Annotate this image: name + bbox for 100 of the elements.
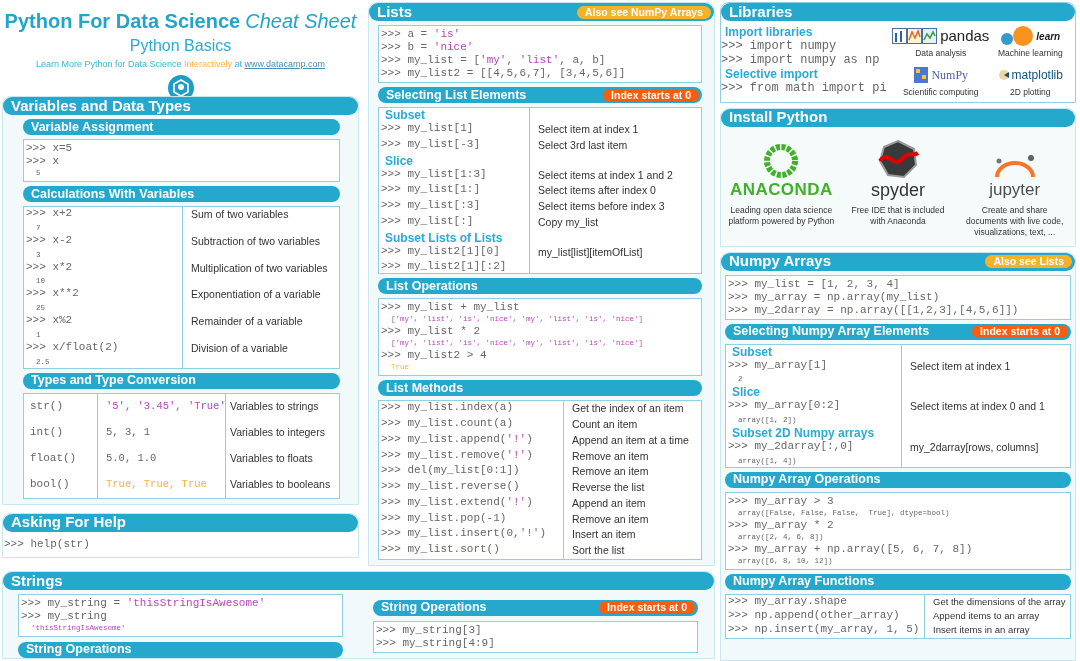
- code-line: >>> x=5: [26, 142, 74, 155]
- code-line: >>> my_list2[1][:2]: [381, 260, 508, 274]
- code-line: >>> x%2: [26, 314, 74, 327]
- logo-caption: Data analysis: [915, 47, 967, 60]
- description: Get the index of an item: [572, 401, 684, 417]
- code-line: >>> my_list * 2: [381, 325, 482, 339]
- description: Division of a variable: [191, 340, 288, 356]
- code-line: >>> my_list[1:3]: [381, 167, 488, 181]
- code-line: >>> import numpy as np: [721, 53, 881, 67]
- code-line: >>> my_list[1]: [381, 122, 475, 135]
- code-line: >>> del(my_list[0:1]): [381, 464, 521, 478]
- logo-caption: 2D plotting: [1009, 85, 1051, 99]
- description: my_2darray[rows, columns]: [910, 440, 1039, 455]
- section-title: Selecting Numpy Array Elements: [733, 323, 930, 341]
- section-title: Types and Type Conversion: [31, 372, 196, 390]
- badge: Also see NumPy Arrays: [576, 5, 711, 19]
- code-line: >>> x: [26, 155, 60, 168]
- code-line: >>> my_list[:]: [381, 214, 475, 228]
- function-name: int(): [24, 419, 98, 446]
- section-title: Variables and Data Types: [11, 95, 191, 116]
- group-label: Import libraries: [724, 25, 814, 39]
- code-line: >>> my_array > 3: [728, 494, 835, 508]
- description: Variables to booleans: [229, 476, 331, 492]
- description: Remove an item: [572, 464, 649, 480]
- cube-icon: [913, 64, 930, 85]
- code-line: >>> my_list.remove('!'): [381, 448, 534, 462]
- code-line: >>> my_list2 > 4: [381, 349, 488, 363]
- section-title: Numpy Array Functions: [733, 573, 875, 591]
- badge: Index starts at 0: [603, 88, 699, 102]
- ring-icon: [763, 142, 800, 179]
- code-line: >>> b = 'nice': [381, 41, 475, 54]
- code-line: >>> my_list[:3]: [381, 199, 482, 212]
- section-title: Calculations With Variables: [31, 185, 195, 203]
- description: Multiplication of two variables: [191, 260, 328, 276]
- function-name: bool(): [24, 471, 98, 498]
- logo-text: pandas: [940, 25, 990, 46]
- description: Append an item at a time: [572, 432, 689, 448]
- section-title: Numpy Arrays: [729, 251, 831, 272]
- description: Select items at index 0 and 1: [910, 399, 1045, 415]
- logo-text: spyder: [871, 178, 925, 201]
- page-title-italic: Cheat Sheet: [245, 9, 357, 34]
- description: Select items at index 1 and 2: [538, 167, 673, 183]
- badge: Index starts at 0: [972, 325, 1068, 338]
- description: Subtraction of two variables: [191, 233, 320, 249]
- circles-icon: [1000, 26, 1035, 46]
- group-label: Slice: [384, 153, 415, 168]
- value-list: '5', '3.45', 'True': [98, 393, 226, 420]
- description: Sort the list: [572, 543, 625, 558]
- section-title: Numpy Array Operations: [733, 471, 881, 489]
- bar-chart-icon: [892, 28, 939, 44]
- code-line: >>> my_list = [1, 2, 3, 4]: [728, 277, 901, 291]
- page-subtitle: Python Basics: [129, 36, 232, 56]
- code-line: >>> my_list.sort(): [381, 543, 501, 556]
- description: Exponentiation of a variable: [191, 287, 321, 303]
- description: Append an item: [572, 495, 646, 511]
- section-title: List Operations: [386, 277, 478, 295]
- code-line: >>> help(str): [4, 537, 91, 551]
- description: Append items to an array: [933, 609, 1040, 623]
- group-label: Subset Lists of Lists: [384, 230, 504, 245]
- description: Count an item: [572, 417, 638, 432]
- logo-caption: Create and share documents with live code, visualizations, text, ...: [965, 204, 1065, 238]
- website-link[interactable]: www.datacamp.com: [244, 59, 326, 69]
- code-line: >>> my_array.shape: [728, 594, 848, 608]
- code-line: >>> my_array[1]: [728, 358, 829, 372]
- code-line: >>> my_list.append('!'): [381, 432, 534, 446]
- section-title: Install Python: [729, 107, 828, 128]
- code-line: >>> x-2: [26, 233, 74, 247]
- code-line: >>> np.insert(my_array, 1, 5): [728, 623, 921, 637]
- code-line: >>> my_2darray = np.array([[1,2,3],[4,5,6]]): [728, 303, 1020, 317]
- section-title: Libraries: [729, 1, 793, 22]
- description: Insert items in an array: [933, 623, 1030, 638]
- badge: Also see Lists: [985, 255, 1072, 268]
- code-line: >>> my_list[1:]: [381, 183, 482, 197]
- description: Insert an item: [572, 527, 636, 543]
- logo-caption: Machine learning: [997, 47, 1063, 60]
- code-line: >>> my_string: [21, 609, 108, 623]
- description: Select items after index 0: [538, 183, 656, 199]
- value-list: 5, 3, 1: [98, 419, 226, 446]
- code-line: >>> import numpy: [721, 39, 838, 53]
- description: Remainder of a variable: [191, 314, 303, 329]
- code-line: >>> my_array = np.array(my_list): [728, 290, 941, 304]
- description: Select item at index 1: [910, 358, 1011, 374]
- code-line: >>> my_list.pop(-1): [381, 511, 508, 525]
- description: Sum of two variables: [191, 207, 289, 222]
- section-title: String Operations: [26, 641, 132, 659]
- description: my_list[list][itemOfList]: [538, 244, 643, 260]
- description: Copy my_list: [538, 214, 599, 230]
- group-label: Subset 2D Numpy arrays: [731, 426, 876, 440]
- logo-text: matplotlib: [1011, 66, 1063, 84]
- description: Select items before index 3: [538, 199, 665, 214]
- function-name: float(): [24, 445, 98, 472]
- value-list: 5.0, 1.0: [98, 445, 226, 472]
- group-label: Slice: [731, 385, 762, 400]
- page-title: Python For Data Science: [4, 9, 241, 34]
- description: Reverse the list: [572, 480, 645, 495]
- code-line: >>> my_list2[1][0]: [381, 244, 501, 258]
- code-line: >>> my_array + np.array([5, 6, 7, 8]): [728, 542, 974, 556]
- description: Select item at index 1: [538, 122, 639, 137]
- group-label: Subset: [731, 344, 773, 359]
- logo-text: NumPy: [931, 66, 969, 84]
